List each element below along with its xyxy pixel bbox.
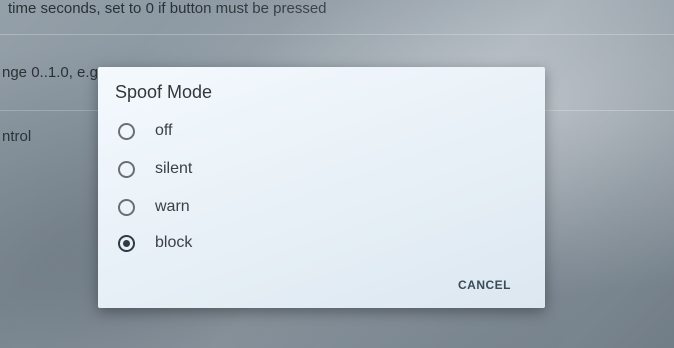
radio-checked-icon[interactable] — [118, 234, 135, 252]
option-block[interactable]: block — [98, 225, 545, 261]
cancel-button[interactable]: CANCEL — [458, 278, 511, 292]
spoof-mode-dialog: Spoof Mode off silent warn block CANCEL — [98, 67, 545, 308]
option-label: warn — [155, 198, 190, 215]
option-label: block — [155, 234, 193, 251]
radio-unchecked-icon[interactable] — [118, 198, 135, 216]
option-label: silent — [155, 160, 193, 177]
option-silent[interactable]: silent — [98, 151, 545, 187]
radio-unchecked-icon[interactable] — [118, 160, 135, 178]
option-off[interactable]: off — [98, 113, 545, 149]
option-label: off — [155, 122, 173, 139]
option-warn[interactable]: warn — [98, 189, 545, 225]
dialog-title: Spoof Mode — [115, 82, 213, 102]
screen: time seconds, set to 0 if button must be… — [0, 0, 674, 348]
radio-unchecked-icon[interactable] — [118, 122, 135, 140]
